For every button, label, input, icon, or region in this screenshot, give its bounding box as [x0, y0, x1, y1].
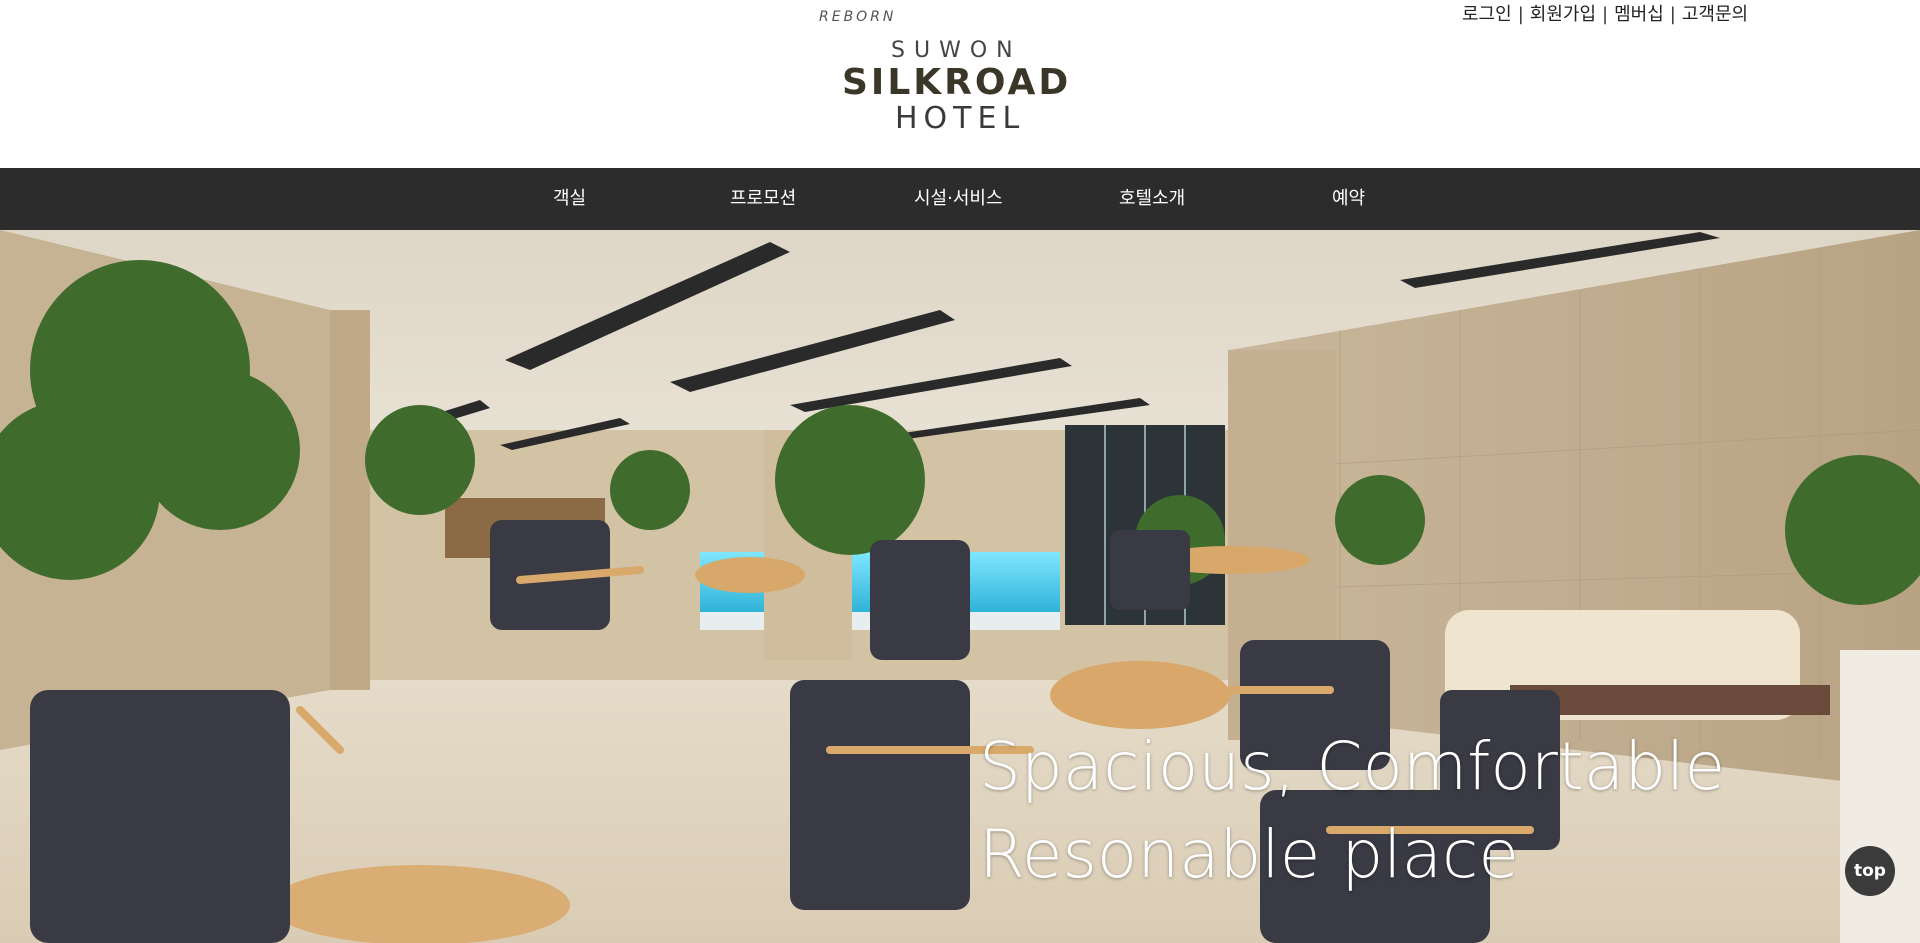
- nav-item-promotion[interactable]: 프로모션: [730, 168, 796, 230]
- utility-links: 로그인 | 회원가입 | 멤버십 | 고객문의: [1462, 3, 1748, 27]
- membership-link[interactable]: 멤버십: [1614, 6, 1664, 24]
- hero-headline-line1: Spacious, Comfortable: [979, 728, 1726, 805]
- hotel-logo[interactable]: REBORN SUWON SILKROAD HOTEL: [818, 8, 1078, 138]
- util-separator: |: [1602, 4, 1609, 25]
- hero-headline-line2: Resonable place: [979, 816, 1519, 893]
- login-link[interactable]: 로그인: [1462, 6, 1512, 24]
- util-separator: |: [1517, 4, 1524, 25]
- logo-silkroad-text: SILKROAD: [842, 62, 1072, 103]
- main-navigation: 객실 프로모션 시설·서비스 호텔소개 예약: [0, 168, 1920, 230]
- hero-headline: Spacious, Comfortable Resonable place: [979, 723, 1725, 899]
- scroll-top-button[interactable]: top: [1845, 846, 1895, 896]
- logo-hotel-text: HOTEL: [895, 101, 1026, 136]
- util-separator: |: [1669, 4, 1676, 25]
- site-header: REBORN SUWON SILKROAD HOTEL 로그인 | 회원가입 |…: [0, 0, 1920, 168]
- customer-inquiry-link[interactable]: 고객문의: [1682, 6, 1748, 24]
- logo-reborn-text: REBORN: [819, 9, 897, 25]
- nav-item-about[interactable]: 호텔소개: [1119, 168, 1185, 230]
- nav-item-reservation[interactable]: 예약: [1332, 168, 1365, 230]
- logo-suwon-text: SUWON: [891, 38, 1022, 63]
- nav-item-facilities[interactable]: 시설·서비스: [914, 168, 1003, 230]
- hero-banner: Spacious, Comfortable Resonable place: [0, 230, 1920, 943]
- signup-link[interactable]: 회원가입: [1530, 6, 1596, 24]
- nav-item-rooms[interactable]: 객실: [553, 168, 586, 230]
